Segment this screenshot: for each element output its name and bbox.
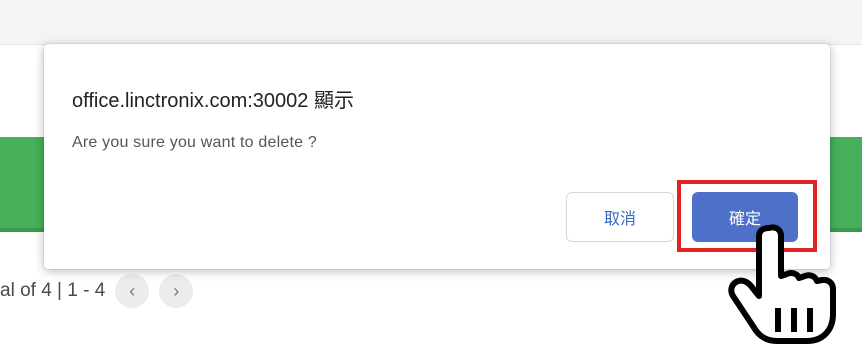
cancel-button[interactable]: 取消	[566, 192, 674, 242]
pagination-summary: al of 4 | 1 - 4	[0, 280, 106, 301]
confirm-dialog: office.linctronix.com:30002 顯示 Are you s…	[44, 44, 830, 269]
page-top-bar	[0, 0, 862, 45]
hand-pointer-icon	[728, 224, 836, 344]
pagination-bar: al of 4 | 1 - 4 ‹ ›	[0, 274, 194, 308]
dialog-message: Are you sure you want to delete ?	[72, 134, 317, 151]
chevron-right-icon[interactable]: ›	[159, 274, 194, 308]
dialog-title: office.linctronix.com:30002 顯示	[72, 90, 354, 112]
chevron-left-icon[interactable]: ‹	[115, 274, 150, 308]
